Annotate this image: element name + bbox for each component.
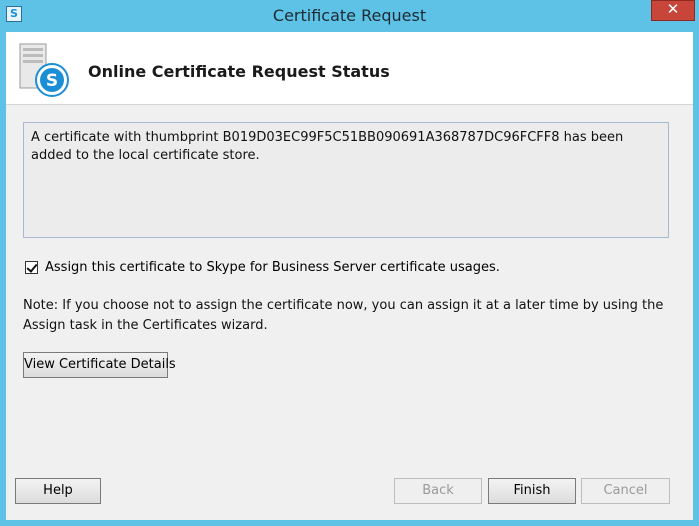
view-certificate-details-button[interactable]: View Certificate Details — [23, 352, 176, 378]
title-bar[interactable]: Certificate Request ✕ — [0, 0, 699, 32]
help-button[interactable]: Help — [15, 478, 101, 504]
close-button[interactable]: ✕ — [651, 0, 695, 21]
window-title: Certificate Request — [272, 6, 427, 25]
certificate-request-window: Certificate Request ✕ S Online Certifica… — [0, 0, 699, 526]
dialog-body: S Online Certificate Request Status A ce… — [6, 32, 693, 520]
cancel-button[interactable]: Cancel — [581, 478, 670, 504]
assign-certificate-checkbox[interactable] — [25, 261, 38, 274]
svg-text:S: S — [46, 71, 58, 91]
status-message-box: A certificate with thumbprint B019D03EC9… — [23, 122, 669, 238]
finish-button[interactable]: Finish — [488, 478, 576, 504]
assign-certificate-label[interactable]: Assign this certificate to Skype for Bus… — [45, 260, 500, 275]
dialog-header: S Online Certificate Request Status — [6, 32, 693, 105]
page-title: Online Certificate Request Status — [88, 62, 390, 81]
back-button[interactable]: Back — [394, 478, 482, 504]
skype-server-icon: S — [19, 43, 69, 97]
assign-note: Note: If you choose not to assign the ce… — [23, 298, 664, 333]
